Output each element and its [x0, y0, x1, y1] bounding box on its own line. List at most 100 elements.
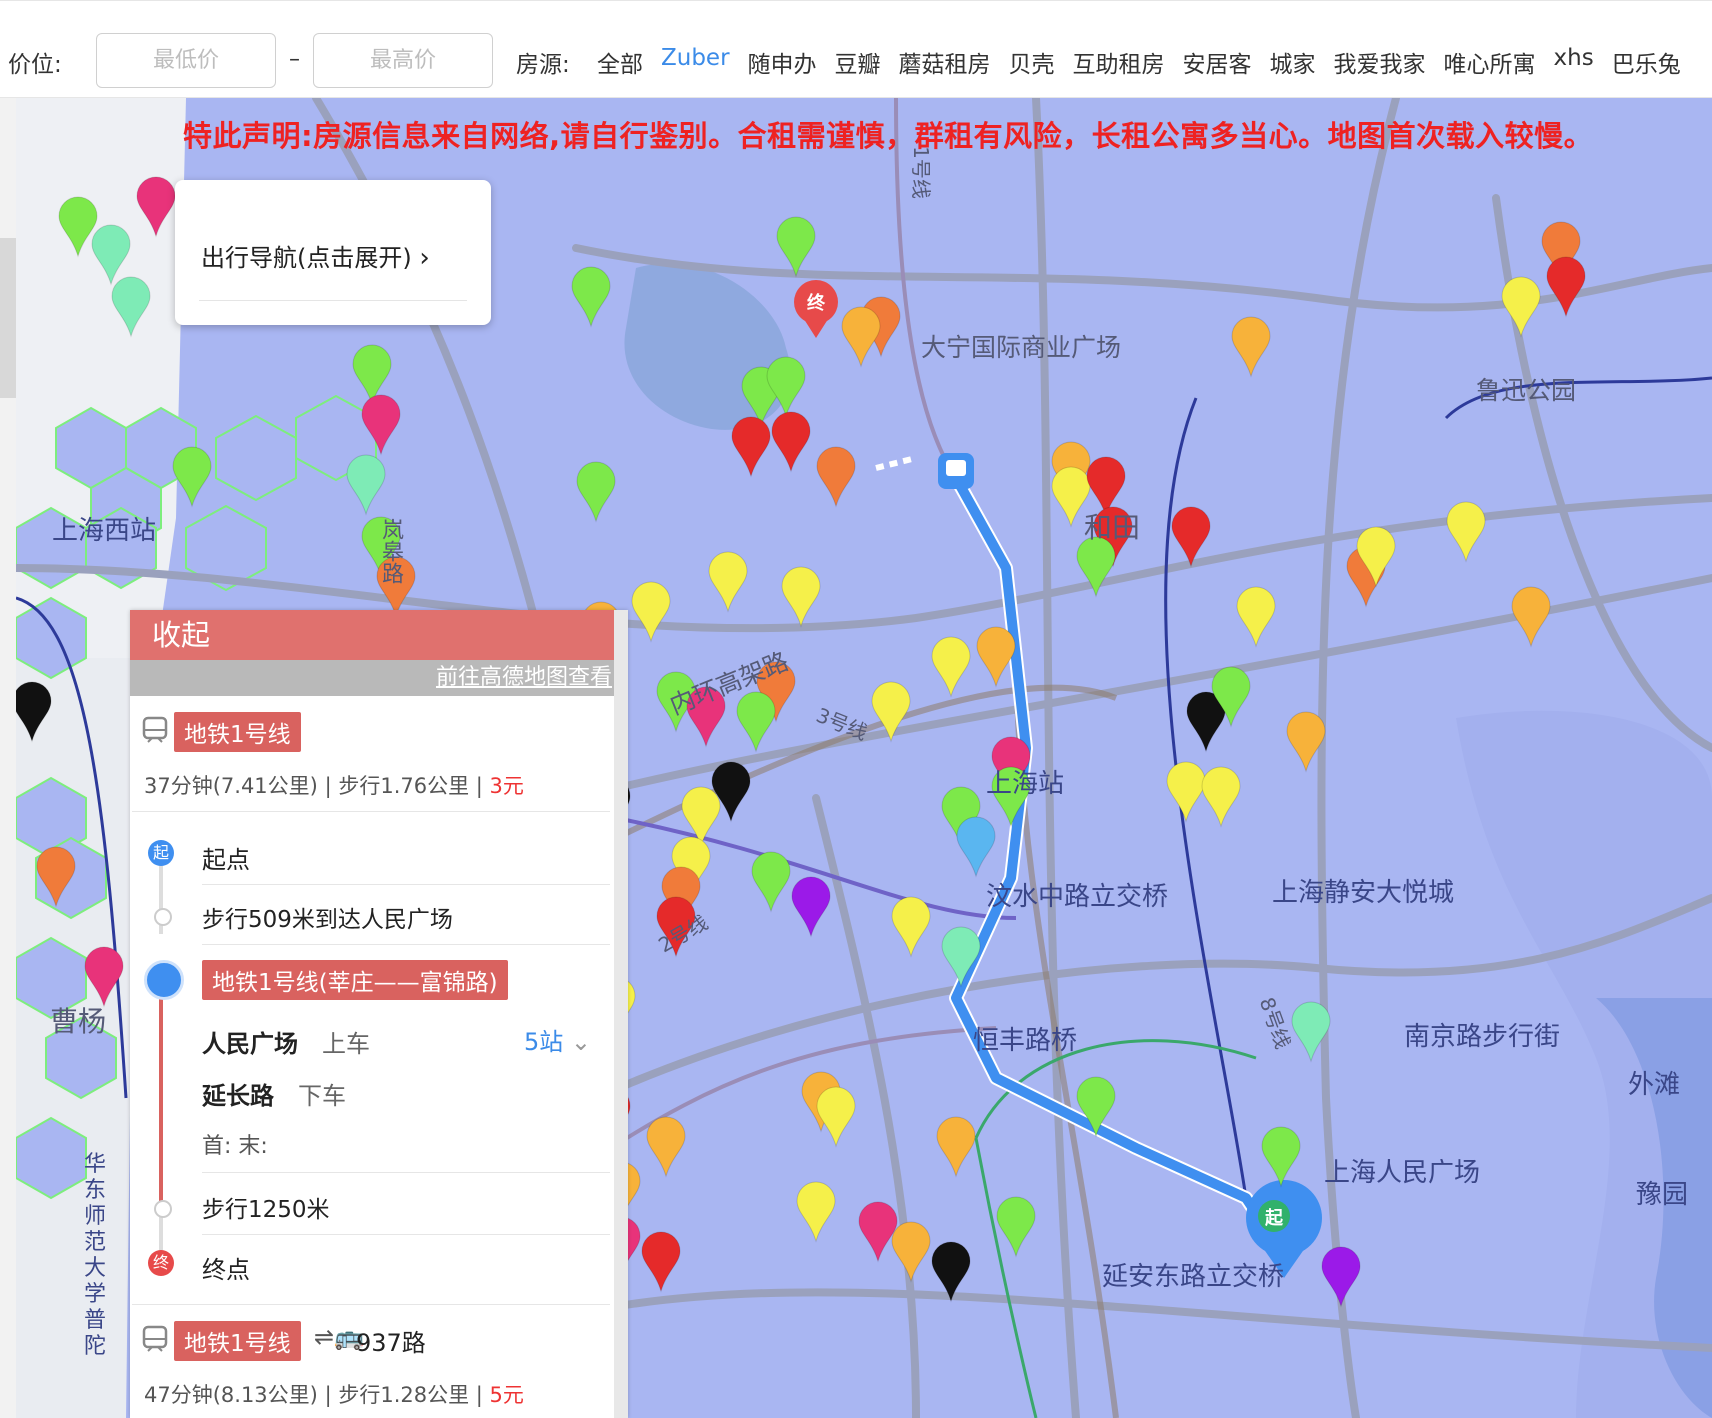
- listing-pin[interactable]: [646, 1116, 686, 1178]
- listing-pin[interactable]: [791, 876, 831, 938]
- source-tab-11[interactable]: xhs: [1554, 45, 1594, 79]
- listing-pin[interactable]: [708, 551, 748, 613]
- label-huadong: 华东师范大学普陀: [84, 1152, 107, 1359]
- board-label: 上车: [322, 1030, 370, 1058]
- route-option-1[interactable]: 地铁1号线 37分钟(7.41公里) | 步行1.76公里 | 3元: [132, 696, 610, 812]
- end-badge: 终: [148, 1250, 174, 1276]
- listing-pin[interactable]: [1231, 316, 1271, 378]
- label-renmin: 上海人民广场: [1324, 1158, 1481, 1188]
- listing-pin[interactable]: [858, 1201, 898, 1263]
- listing-pin[interactable]: [1261, 1126, 1301, 1188]
- listing-pin[interactable]: [631, 581, 671, 643]
- listing-pin[interactable]: [841, 306, 881, 368]
- label-shanghai-west: 上海西站: [52, 516, 157, 546]
- listing-pin[interactable]: [771, 411, 811, 473]
- listing-pin[interactable]: [776, 216, 816, 278]
- source-tab-4[interactable]: 蘑菇租房: [899, 45, 991, 79]
- walk-dot-2: [154, 1200, 172, 1218]
- source-list: 全部 Zuber 随申办 豆瓣 蘑菇租房 贝壳 互助租房 安居客 城家 我爱我家 唯心所寓 xhs 巴乐…: [597, 45, 1681, 79]
- listing-pin[interactable]: [576, 461, 616, 523]
- label-yuyuan: 豫园: [1636, 1180, 1689, 1210]
- listing-pin[interactable]: [172, 446, 212, 508]
- panel-scrollbar[interactable]: [614, 610, 628, 1418]
- end-marker-text: 终: [807, 293, 825, 314]
- max-price-input[interactable]: [313, 33, 493, 88]
- source-tab-6[interactable]: 互助租房: [1073, 45, 1165, 79]
- view-amap-link[interactable]: 前往高德地图查看: [436, 665, 612, 690]
- start-badge: 起: [148, 840, 174, 866]
- source-tab-0[interactable]: 全部: [597, 45, 643, 79]
- listing-pin[interactable]: [571, 266, 611, 328]
- scrollbar-thumb[interactable]: [0, 238, 16, 398]
- listing-pin[interactable]: [731, 416, 771, 478]
- source-tab-1[interactable]: Zuber: [661, 45, 730, 79]
- listing-pin[interactable]: [816, 446, 856, 508]
- listing-pin[interactable]: [1321, 1246, 1361, 1308]
- label-shanghai-station: 上海站: [986, 769, 1065, 799]
- subway-icon: [142, 716, 168, 750]
- route-summary: 37分钟(7.41公里) | 步行1.76公里 | 3元: [144, 774, 524, 798]
- listing-pin[interactable]: [1511, 586, 1551, 648]
- listing-pin[interactable]: [941, 926, 981, 988]
- listing-pin[interactable]: [751, 851, 791, 913]
- listing-pin[interactable]: [1236, 586, 1276, 648]
- alight-station: 延长路: [202, 1082, 274, 1110]
- metro-green-line-south: [974, 1137, 1038, 1418]
- metro-step-icon: [144, 960, 184, 1000]
- stops-toggle[interactable]: 5站 ⌄: [524, 1022, 591, 1057]
- listing-pin[interactable]: [796, 1181, 836, 1243]
- source-tab-10[interactable]: 唯心所寓: [1444, 45, 1536, 79]
- listing-pin[interactable]: [891, 1221, 931, 1283]
- price-dash: –: [289, 47, 300, 72]
- navigation-toggle[interactable]: 出行导航(点击展开) ›: [201, 238, 430, 273]
- route-option-2[interactable]: 地铁1号线 ⇌🚌 937路 47分钟(8.13公里) | 步行1.28公里 | …: [132, 1304, 610, 1418]
- subway-icon-2: [142, 1325, 168, 1359]
- disclaimer-notice: 特此声明:房源信息来自网络,请自行鉴别。合租需谨慎，群租有风险，长租公寓多当心。…: [183, 119, 1594, 153]
- label-jingan: 上海静安大悦城: [1272, 878, 1455, 908]
- listing-pin[interactable]: [1166, 761, 1206, 823]
- source-tab-7[interactable]: 安居客: [1183, 45, 1252, 79]
- first-last-train: 首: 末:: [202, 1134, 268, 1159]
- source-tab-3[interactable]: 豆瓣: [835, 45, 881, 79]
- step-end: 终点: [202, 1256, 250, 1284]
- listing-pin[interactable]: [1446, 501, 1486, 563]
- side-scroll-strip: [0, 98, 16, 1418]
- board-station: 人民广场: [202, 1030, 298, 1058]
- route-line-tag-2: 地铁1号线: [174, 1321, 301, 1361]
- listing-pin[interactable]: [891, 896, 931, 958]
- source-tab-12[interactable]: 巴乐兔: [1612, 45, 1681, 79]
- listing-pin[interactable]: [816, 1086, 856, 1148]
- listing-pin[interactable]: [1501, 276, 1541, 338]
- listing-pin[interactable]: [1201, 766, 1241, 828]
- listing-pin[interactable]: [346, 454, 386, 516]
- listing-pin[interactable]: [931, 636, 971, 698]
- source-tab-2[interactable]: 随申办: [748, 45, 817, 79]
- step-walk-2: 步行1250米: [202, 1197, 330, 1223]
- route-line-tag: 地铁1号线: [174, 712, 301, 752]
- label-daning: 大宁国际商业广场: [921, 333, 1122, 362]
- collapse-button[interactable]: 收起: [130, 610, 628, 660]
- listing-pin[interactable]: [641, 1231, 681, 1293]
- walk-dot: [154, 908, 172, 926]
- listing-pin[interactable]: [976, 626, 1016, 688]
- label-bund: 外滩: [1628, 1070, 1681, 1100]
- listing-pin[interactable]: [1546, 256, 1586, 318]
- label-caoyang: 曹杨: [50, 1005, 107, 1038]
- min-price-input[interactable]: [96, 33, 276, 88]
- listing-pin[interactable]: [996, 1196, 1036, 1258]
- listing-pin[interactable]: [956, 816, 996, 878]
- source-tab-5[interactable]: 贝壳: [1009, 45, 1055, 79]
- chevron-right-icon: ›: [419, 243, 430, 273]
- listing-pin[interactable]: [936, 1116, 976, 1178]
- listing-pin[interactable]: [736, 691, 776, 753]
- start-marker-text: 起: [1265, 1208, 1283, 1229]
- chevron-down-icon: ⌄: [570, 1028, 592, 1056]
- source-tab-8[interactable]: 城家: [1270, 45, 1316, 79]
- listing-pin[interactable]: [781, 566, 821, 628]
- listing-pin[interactable]: [1171, 506, 1211, 568]
- route-summary-2: 47分钟(8.13公里) | 步行1.28公里 | 5元: [144, 1383, 524, 1407]
- step-start: 起点: [202, 846, 250, 874]
- navigation-popover[interactable]: 出行导航(点击展开) ›: [175, 180, 491, 325]
- label-zhongshan: 汶水中路立交桥: [986, 882, 1169, 912]
- source-tab-9[interactable]: 我爱我家: [1334, 45, 1426, 79]
